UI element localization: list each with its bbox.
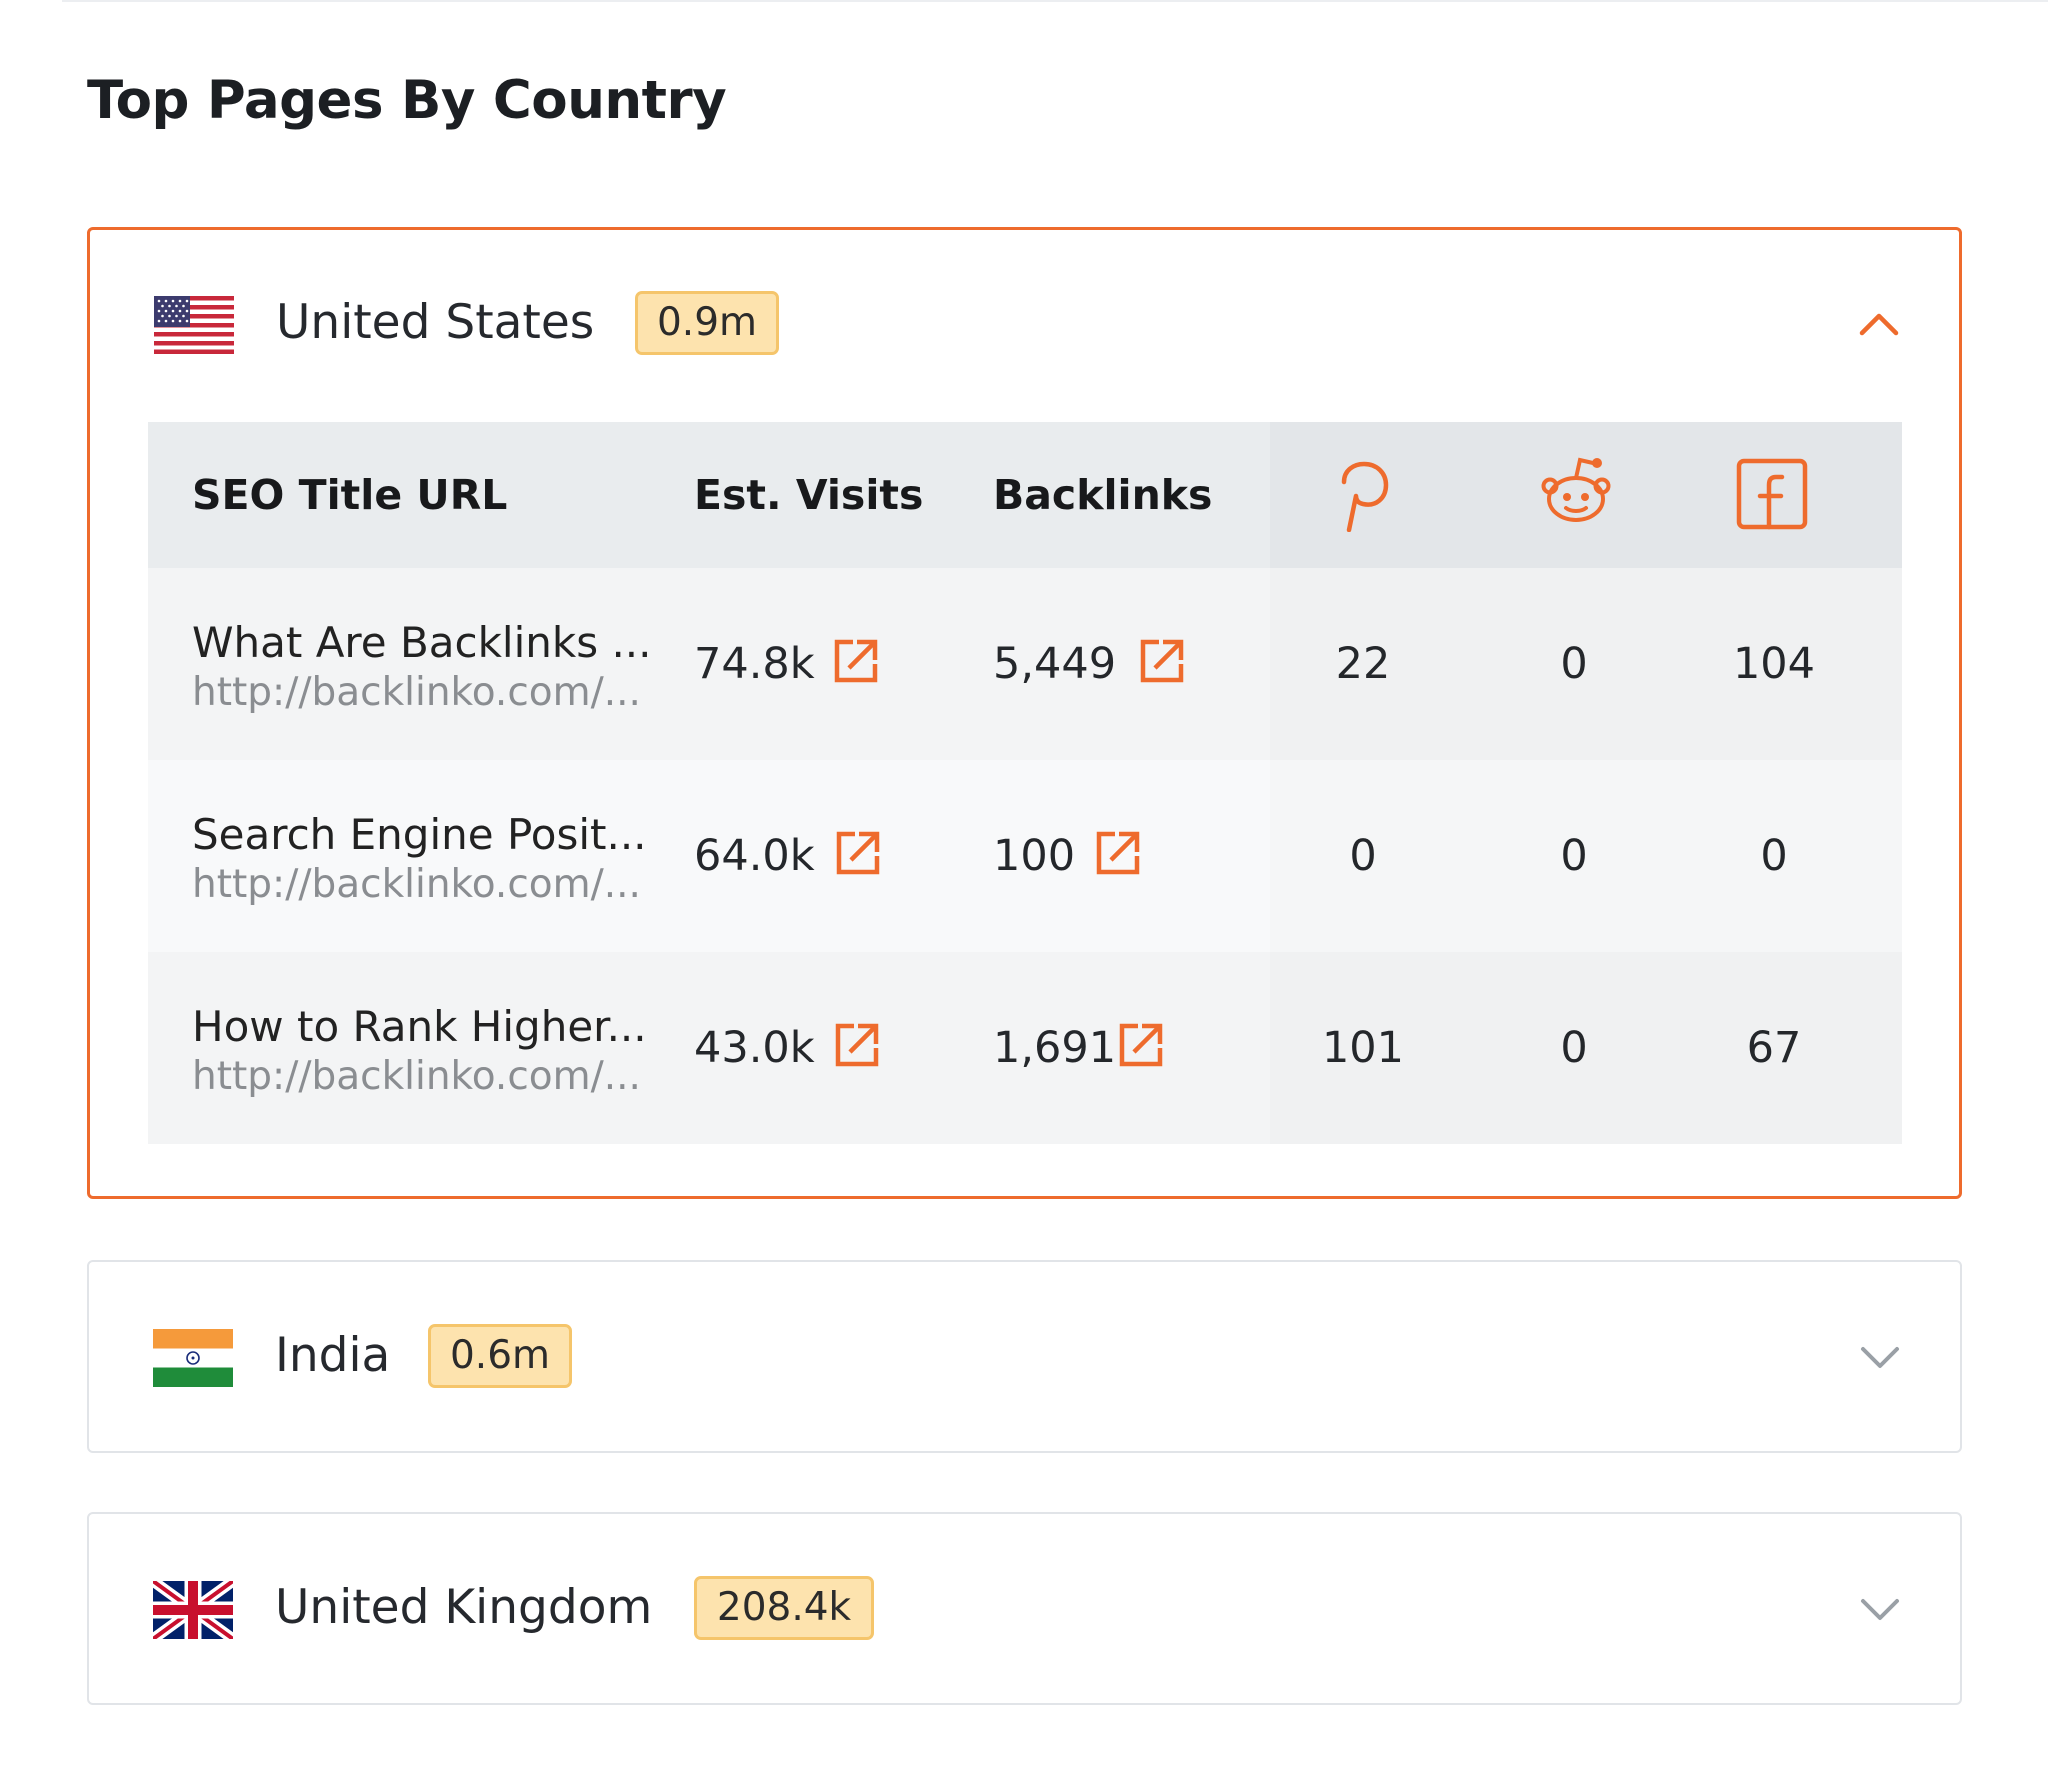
header-backlinks[interactable]: Backlinks xyxy=(993,422,1212,568)
chevron-up-icon[interactable] xyxy=(1859,312,1899,336)
external-link-icon[interactable] xyxy=(1116,1020,1164,1070)
page-title-link[interactable]: How to Rank Higher... xyxy=(192,1002,647,1051)
pinterest-count: 101 xyxy=(1321,1023,1405,1073)
reddit-count: 0 xyxy=(1560,1023,1588,1073)
table-header: SEO Title URL Est. Visits Backlinks xyxy=(148,422,1902,568)
facebook-icon[interactable] xyxy=(1736,458,1808,530)
country-name: United States xyxy=(276,295,595,350)
pinterest-count: 22 xyxy=(1335,639,1391,689)
est-visits-value: 74.8k xyxy=(694,639,815,689)
top-pages-table: SEO Title URL Est. Visits Backlinks What… xyxy=(148,422,1902,1144)
reddit-icon[interactable] xyxy=(1540,454,1612,526)
country-name: United Kingdom xyxy=(275,1580,653,1635)
facebook-count: 104 xyxy=(1732,639,1816,689)
page-title: Top Pages By Country xyxy=(87,70,727,131)
table-row: How to Rank Higher... http://backlinko.c… xyxy=(148,952,1902,1144)
external-link-icon[interactable] xyxy=(1137,636,1185,686)
chevron-down-icon[interactable] xyxy=(1860,1598,1900,1622)
traffic-badge: 208.4k xyxy=(694,1576,874,1640)
external-link-icon[interactable] xyxy=(832,1020,880,1070)
country-card-united-states: United States 0.9m SEO Title URL Est. Vi… xyxy=(87,227,1962,1199)
reddit-count: 0 xyxy=(1560,831,1588,881)
page-url-link[interactable]: http://backlinko.com/... xyxy=(192,1054,641,1099)
est-visits-value: 43.0k xyxy=(694,1023,815,1073)
table-row: What Are Backlinks ... http://backlinko.… xyxy=(148,568,1902,760)
pinterest-count: 0 xyxy=(1349,831,1377,881)
pinterest-icon[interactable] xyxy=(1332,460,1394,532)
country-card-india: India 0.6m xyxy=(87,1260,1962,1453)
us-flag-icon xyxy=(154,296,234,354)
chevron-down-icon[interactable] xyxy=(1860,1346,1900,1370)
header-seo-title-url[interactable]: SEO Title URL xyxy=(192,422,507,568)
external-link-icon[interactable] xyxy=(1093,828,1141,878)
est-visits-value: 64.0k xyxy=(694,831,815,881)
table-row: Search Engine Posit... http://backlinko.… xyxy=(148,760,1902,952)
external-link-icon[interactable] xyxy=(831,636,879,686)
country-header-united-states[interactable]: United States 0.9m xyxy=(90,230,1959,420)
country-name: India xyxy=(275,1328,391,1383)
facebook-count: 67 xyxy=(1746,1023,1802,1073)
india-flag-icon xyxy=(153,1329,233,1387)
backlinks-value: 5,449 xyxy=(993,639,1117,689)
page-url-link[interactable]: http://backlinko.com/... xyxy=(192,862,641,907)
page-title-link[interactable]: What Are Backlinks ... xyxy=(192,618,652,667)
backlinks-value: 1,691 xyxy=(993,1023,1117,1073)
page-url-link[interactable]: http://backlinko.com/... xyxy=(192,670,641,715)
facebook-count: 0 xyxy=(1760,831,1788,881)
reddit-count: 0 xyxy=(1560,639,1588,689)
traffic-badge: 0.6m xyxy=(428,1324,572,1388)
backlinks-value: 100 xyxy=(993,831,1076,881)
country-header-united-kingdom[interactable]: United Kingdom 208.4k xyxy=(89,1514,1960,1707)
uk-flag-icon xyxy=(153,1581,233,1639)
country-header-india[interactable]: India 0.6m xyxy=(89,1262,1960,1455)
country-card-united-kingdom: United Kingdom 208.4k xyxy=(87,1512,1962,1705)
traffic-badge: 0.9m xyxy=(635,291,779,355)
header-est-visits[interactable]: Est. Visits xyxy=(694,422,923,568)
top-divider xyxy=(62,0,2048,2)
external-link-icon[interactable] xyxy=(833,828,881,878)
page-title-link[interactable]: Search Engine Posit... xyxy=(192,810,647,859)
